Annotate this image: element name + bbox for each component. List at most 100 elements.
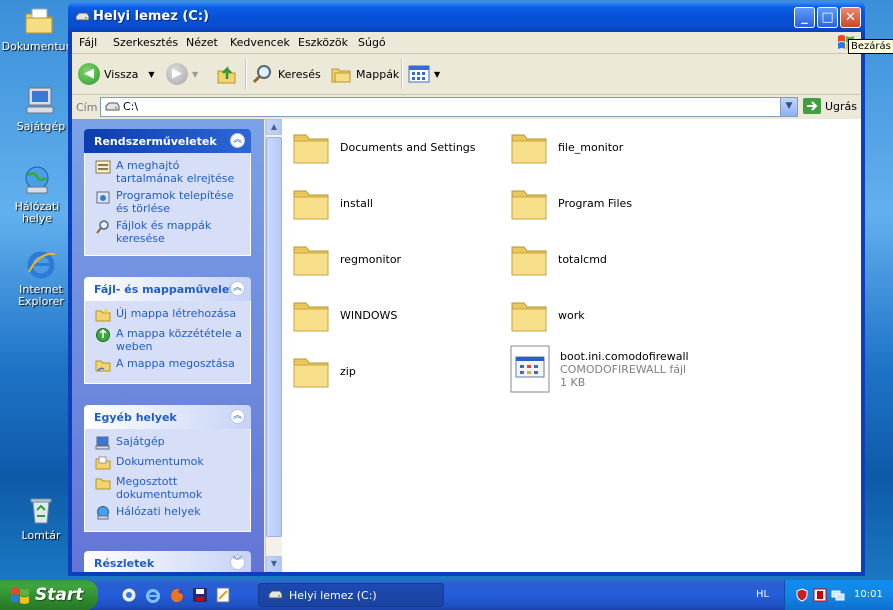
task-label: Hálózati helyek — [116, 505, 201, 518]
maximize-button[interactable]: □ — [817, 7, 838, 28]
menu-bar: Fájl Szerkesztés Nézet Kedvencek Eszközö… — [72, 32, 861, 54]
task-hide-drive-contents[interactable]: A meghajtó tartalmának elrejtése — [95, 159, 244, 185]
place-network[interactable]: Hálózati helyek — [95, 505, 244, 521]
folder-icon — [511, 134, 547, 164]
task-add-remove-programs[interactable]: Programok telepítése és törlése — [95, 189, 244, 215]
network-places-icon — [25, 166, 49, 194]
place-my-computer[interactable]: Sajátgép — [95, 435, 244, 451]
place-shared-documents[interactable]: Megosztott dokumentumok — [95, 475, 244, 501]
panel-title: Fájl- és mappaművelet — [94, 283, 235, 296]
address-label: Cím — [76, 101, 98, 114]
address-dropdown-button[interactable]: ▼ — [780, 98, 797, 116]
folder-item[interactable]: regmonitor — [292, 241, 502, 277]
chevron-down-icon[interactable]: ︾ — [230, 555, 245, 570]
back-arrow-icon: ◀ — [78, 63, 100, 85]
views-icon — [408, 65, 430, 83]
panel-header[interactable]: Részletek ︾ — [84, 551, 251, 572]
item-name: install — [340, 196, 373, 210]
taskbar-explorer-button[interactable]: Helyi lemez (C:) — [258, 583, 444, 607]
back-dropdown-icon[interactable]: ▼ — [148, 70, 154, 79]
panel-header[interactable]: Rendszerműveletek ︽ — [84, 129, 251, 153]
folder-item[interactable]: Documents and Settings — [292, 129, 502, 165]
folder-item[interactable]: install — [292, 185, 502, 221]
folder-item[interactable]: Program Files — [510, 185, 720, 221]
go-arrow-icon — [803, 98, 821, 114]
network-places-icon — [97, 506, 109, 520]
task-publish-folder-web[interactable]: A mappa közzététele a weben — [95, 327, 244, 353]
task-label: Új mappa létrehozása — [116, 307, 237, 320]
folder-icon — [293, 246, 329, 276]
panel-title: Rendszerműveletek — [94, 135, 217, 148]
quicklaunch-internet-explorer-icon[interactable] — [145, 587, 161, 603]
toolbar-separator — [401, 59, 403, 89]
minimize-button[interactable]: _ — [794, 7, 815, 28]
menu-file[interactable]: Fájl — [79, 36, 97, 49]
go-button[interactable]: Ugrás — [803, 98, 857, 114]
panel-header[interactable]: Egyéb helyek ︽ — [84, 405, 251, 429]
place-documents[interactable]: Dokumentumok — [95, 455, 244, 471]
desktop-icon-network[interactable]: Hálózati helye — [0, 165, 76, 225]
taskbar: Start Helyi lemez (C:) HL 10:01 — [0, 580, 893, 610]
forward-button[interactable]: ▶ ▼ — [166, 60, 198, 88]
close-tooltip: Bezárás — [848, 39, 893, 54]
folder-icon — [293, 134, 329, 164]
shield-icon[interactable] — [795, 588, 809, 602]
recycle-bin-icon — [30, 498, 52, 524]
clock[interactable]: 10:01 — [854, 589, 883, 600]
up-folder-button[interactable] — [216, 60, 238, 88]
share-folder-icon — [95, 360, 111, 372]
panel-header[interactable]: Fájl- és mappaművelet ︽ — [84, 277, 251, 301]
menu-edit[interactable]: Szerkesztés — [113, 36, 178, 49]
forward-dropdown-icon[interactable]: ▼ — [192, 70, 198, 79]
address-bar: Cím C:\ ▼ Ugrás — [72, 95, 861, 120]
start-button[interactable]: Start — [0, 580, 98, 610]
folder-item[interactable]: WINDOWS — [292, 297, 502, 333]
address-input[interactable]: C:\ ▼ — [100, 97, 798, 117]
menu-tools[interactable]: Eszközök — [298, 36, 348, 49]
quicklaunch-floppy-icon[interactable] — [192, 587, 208, 603]
folder-icon — [511, 246, 547, 276]
quicklaunch-firefox-icon[interactable] — [169, 587, 185, 603]
quicklaunch-app-icon[interactable] — [121, 587, 137, 603]
task-share-folder[interactable]: A mappa megosztása — [95, 357, 244, 373]
close-button[interactable]: ✕ — [840, 7, 861, 28]
views-button[interactable]: ▼ — [408, 60, 440, 88]
file-item[interactable]: boot.ini.comodofirewall COMODOFIREWALL f… — [510, 345, 720, 393]
folders-button[interactable]: Mappák — [330, 60, 399, 88]
folder-item[interactable]: work — [510, 297, 720, 333]
search-button[interactable]: Keresés — [252, 60, 321, 88]
views-dropdown-icon: ▼ — [434, 69, 441, 79]
desktop-icon-my-documents[interactable]: Dokumentum — [0, 5, 78, 53]
firewall-icon[interactable] — [813, 588, 827, 602]
menu-favorites[interactable]: Kedvencek — [230, 36, 290, 49]
my-documents-icon — [25, 8, 53, 34]
scroll-down-button[interactable]: ▼ — [266, 556, 282, 572]
task-label: Sajátgép — [116, 435, 165, 448]
scroll-up-button[interactable]: ▲ — [266, 119, 282, 135]
start-label: Start — [35, 585, 84, 605]
task-pane-scrollbar[interactable]: ▲ ▼ — [265, 119, 282, 572]
chevron-up-icon[interactable]: ︽ — [230, 409, 245, 424]
menu-help[interactable]: Súgó — [358, 36, 386, 49]
task-label: Programok telepítése és törlése — [116, 189, 234, 215]
folder-item[interactable]: file_monitor — [510, 129, 720, 165]
folder-item[interactable]: totalcmd — [510, 241, 720, 277]
chevron-up-icon[interactable]: ︽ — [230, 133, 245, 148]
folders-label: Mappák — [356, 67, 400, 81]
task-new-folder[interactable]: Új mappa létrehozása — [95, 307, 244, 323]
language-indicator[interactable]: HL — [756, 589, 769, 600]
folder-icon — [293, 302, 329, 332]
folder-item[interactable]: zip — [292, 353, 502, 389]
task-label: Megosztott dokumentumok — [116, 475, 203, 501]
drive-icon — [268, 590, 283, 599]
title-bar[interactable]: Helyi lemez (C:) _ □ ✕ — [68, 2, 865, 32]
search-icon — [96, 220, 109, 234]
network-tray-icon[interactable] — [831, 588, 845, 602]
chevron-up-icon[interactable]: ︽ — [230, 281, 245, 296]
task-search-files[interactable]: Fájlok és mappák keresése — [95, 219, 244, 245]
scroll-thumb[interactable] — [266, 137, 282, 537]
my-computer-icon — [26, 87, 54, 114]
back-button[interactable]: ◀ Vissza ▼ — [78, 60, 154, 88]
menu-view[interactable]: Nézet — [186, 36, 218, 49]
quicklaunch-notepad-icon[interactable] — [215, 587, 231, 603]
